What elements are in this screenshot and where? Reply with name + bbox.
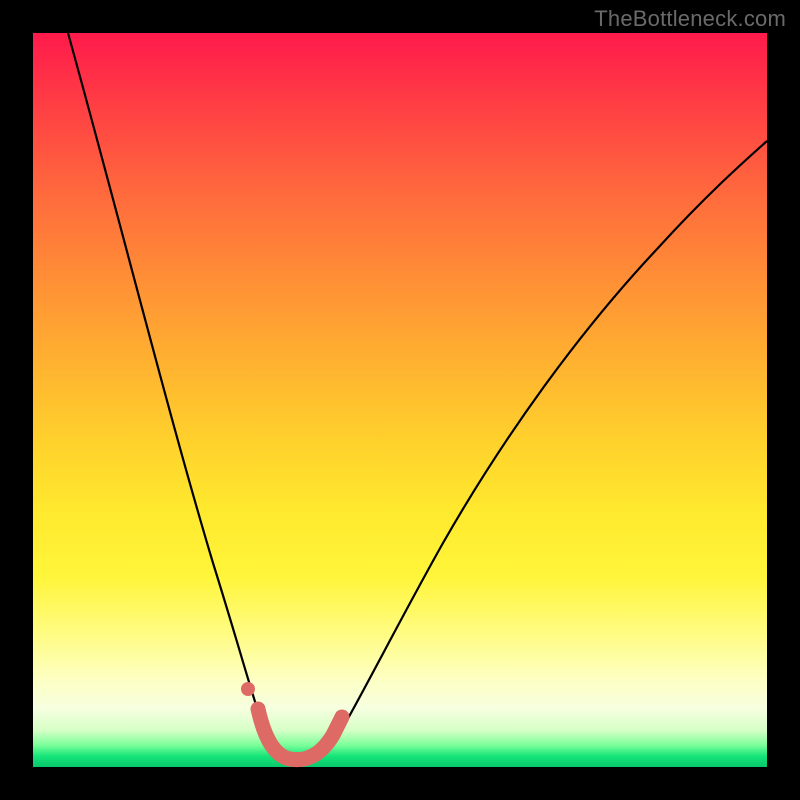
watermark-label: TheBottleneck.com	[594, 6, 786, 32]
chart-frame: TheBottleneck.com	[0, 0, 800, 800]
bottleneck-svg	[33, 33, 767, 767]
bottleneck-curve	[68, 33, 767, 763]
highlight-marker-dot	[241, 682, 255, 696]
optimal-range-highlight	[258, 709, 342, 760]
